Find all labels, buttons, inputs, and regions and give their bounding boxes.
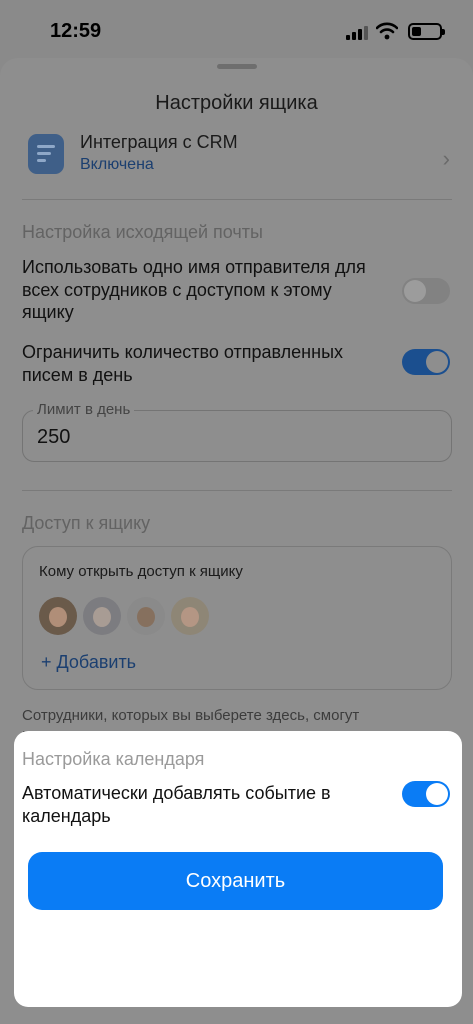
auto-add-event-label: Автоматически добавлять событие в календ… <box>22 783 331 826</box>
limit-emails-label: Ограничить количество отправленных писем… <box>22 342 344 385</box>
daily-limit-field[interactable]: Лимит в день 250 <box>22 401 452 462</box>
auto-add-event-toggle[interactable] <box>402 781 450 807</box>
wifi-icon <box>376 22 398 40</box>
user-avatar-3[interactable] <box>127 597 165 635</box>
access-section-header: Доступ к ящику <box>22 513 151 533</box>
same-sender-toggle[interactable] <box>402 278 450 304</box>
calendar-settings-card: Настройка календаря Автоматически добавл… <box>14 731 462 1007</box>
divider <box>22 490 452 491</box>
crm-icon <box>28 134 64 174</box>
sheet-title: Настройки ящика <box>155 92 318 114</box>
status-bar: 12:59 <box>0 0 473 60</box>
add-user-button[interactable]: + Добавить <box>41 652 136 673</box>
limit-emails-toggle[interactable] <box>402 349 450 375</box>
calendar-section-header: Настройка календаря <box>22 749 205 769</box>
status-time: 12:59 <box>50 20 102 42</box>
user-avatar-2[interactable] <box>83 597 121 635</box>
chevron-right-icon: › <box>442 146 450 171</box>
same-sender-label: Использовать одно имя отправителя для вс… <box>22 257 366 322</box>
outgoing-section-header: Настройка исходящей почты <box>22 222 263 242</box>
access-box: Кому открыть доступ к ящику + Добавить <box>22 546 452 690</box>
battery-icon <box>408 23 445 40</box>
save-button[interactable]: Сохранить <box>28 852 443 910</box>
crm-integration-row[interactable]: Интеграция с CRM Включена › <box>22 130 452 190</box>
access-box-title: Кому открыть доступ к ящику <box>39 563 243 580</box>
user-avatar-1[interactable] <box>39 597 77 635</box>
divider <box>22 199 452 200</box>
daily-limit-value[interactable]: 250 <box>37 426 70 449</box>
crm-title: Интеграция с CRM <box>80 132 238 152</box>
sheet-grabber[interactable] <box>217 64 257 69</box>
crm-status: Включена <box>80 156 154 173</box>
signal-icon <box>346 26 368 40</box>
daily-limit-label: Лимит в день <box>33 401 135 418</box>
user-avatar-4[interactable] <box>171 597 209 635</box>
